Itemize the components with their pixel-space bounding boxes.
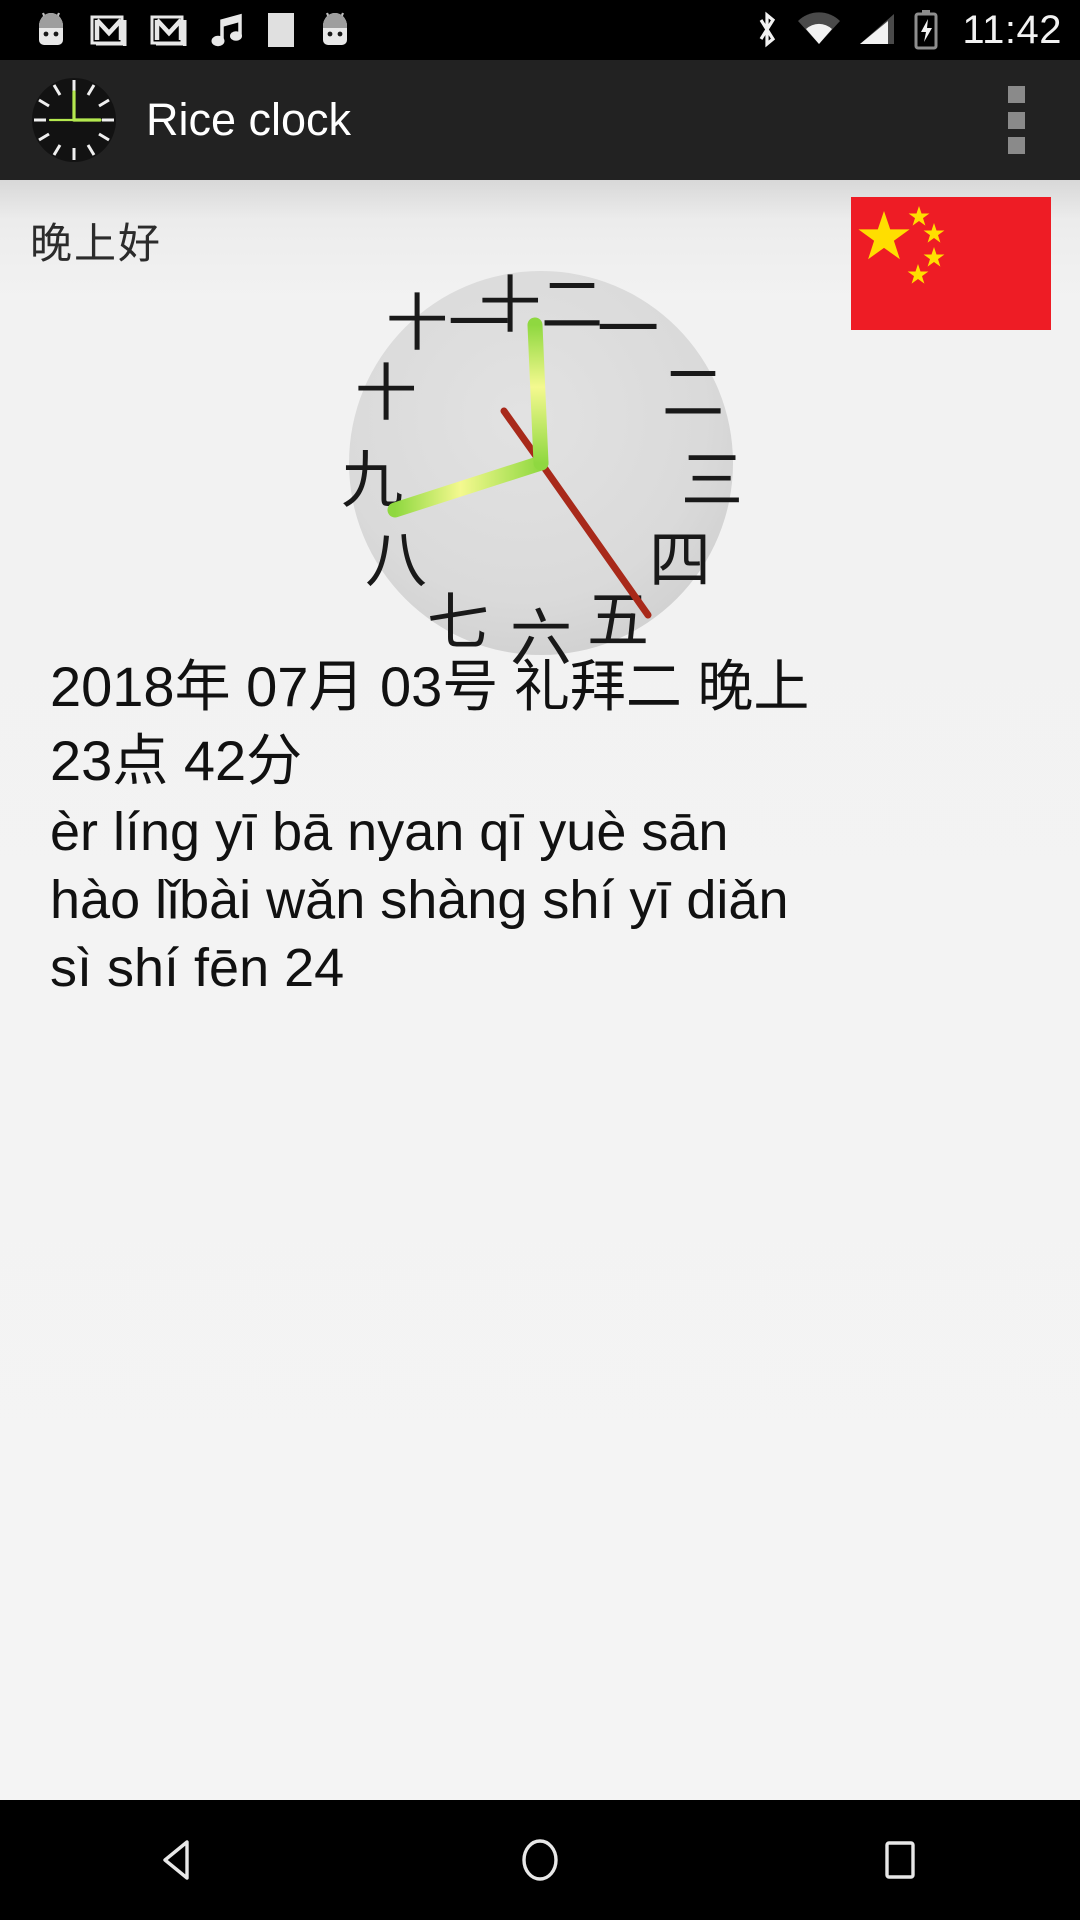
wifi-icon xyxy=(798,12,841,44)
android-mascot-icon xyxy=(39,12,63,45)
bluetooth-icon xyxy=(760,11,776,48)
back-triangle-icon[interactable] xyxy=(120,1800,240,1920)
svg-text:二: 二 xyxy=(662,357,724,430)
gmail-icon xyxy=(90,15,127,46)
android-mascot-icon xyxy=(323,12,347,45)
gmail-icon xyxy=(150,15,187,46)
svg-text:十一: 十一 xyxy=(386,287,510,360)
clock-app-icon xyxy=(30,76,118,164)
pinyin-line-1: èr líng yī bā nyan qī yuè sān xyxy=(50,802,729,862)
analog-clock: 十二 一 二 三 四 五 六 七 八 九 十 十一 xyxy=(308,230,773,695)
music-note-icon xyxy=(211,13,242,47)
pinyin-line-3: sì shí fēn 24 xyxy=(50,938,345,998)
status-bar-clock: 11:42 xyxy=(962,7,1062,52)
date-line-2: 23点 42分 xyxy=(50,729,303,792)
svg-text:三: 三 xyxy=(681,444,743,517)
china-flag xyxy=(851,197,1051,330)
status-bar-notification-icons xyxy=(0,10,352,50)
pinyin-line-2: hào lǐbài wǎn shàng shí yī diǎn xyxy=(50,870,789,930)
status-bar: 11:42 xyxy=(0,0,1080,60)
svg-text:五: 五 xyxy=(587,584,649,657)
svg-text:七: 七 xyxy=(427,586,489,659)
overflow-menu-icon[interactable] xyxy=(992,82,1040,158)
date-time-block: 2018年 07月 03号 礼拜二 晚上 23点 42分 èr líng yī … xyxy=(50,650,1040,1002)
svg-text:四: 四 xyxy=(649,524,711,597)
svg-text:十: 十 xyxy=(355,357,417,430)
app-title: Rice clock xyxy=(146,94,352,145)
battery-charging-icon xyxy=(914,10,938,50)
cellular-signal-icon xyxy=(860,14,895,44)
status-bar-system-icons: 11:42 xyxy=(752,8,1062,53)
date-line-1: 2018年 07月 03号 礼拜二 晚上 xyxy=(50,655,810,718)
app-bar: Rice clock xyxy=(0,60,1080,180)
svg-text:一: 一 xyxy=(597,293,659,366)
navigation-bar xyxy=(0,1800,1080,1920)
blank-square-icon xyxy=(268,13,294,47)
recents-square-icon[interactable] xyxy=(840,1800,960,1920)
home-circle-icon[interactable] xyxy=(480,1800,600,1920)
greeting-text: 晚上好 xyxy=(30,220,163,267)
main-content: 晚上好 十二 一 二 三 四 五 六 七 八 九 十 十一 2018年 07月 … xyxy=(0,180,1080,1800)
svg-text:八: 八 xyxy=(365,524,427,597)
